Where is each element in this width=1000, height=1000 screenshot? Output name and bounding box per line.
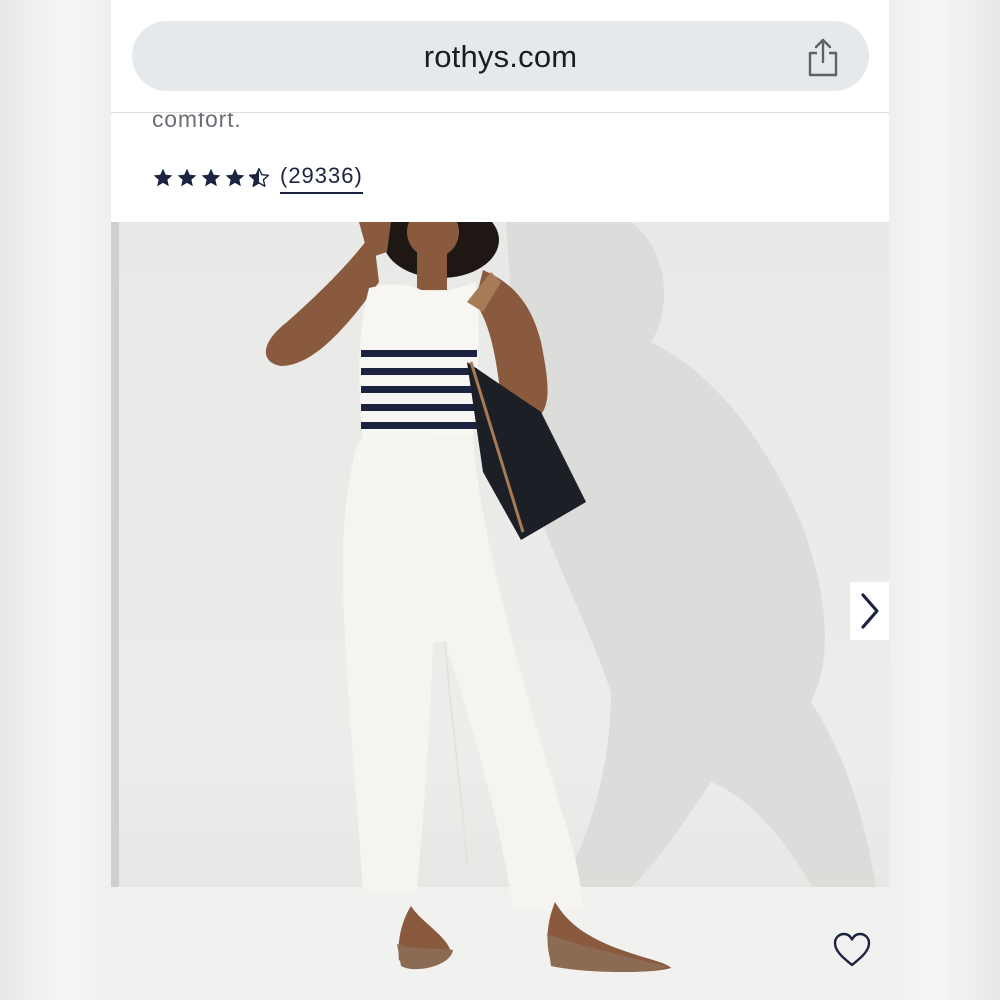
next-image-button[interactable] — [850, 582, 889, 640]
browser-toolbar: rothys.com — [111, 0, 889, 113]
address-bar[interactable]: rothys.com — [132, 21, 869, 91]
star-icon — [201, 168, 221, 187]
share-icon[interactable] — [806, 38, 840, 78]
star-icon — [225, 168, 245, 187]
heart-icon[interactable] — [833, 932, 871, 968]
left-blur-margin — [0, 0, 111, 1000]
product-image[interactable] — [111, 222, 889, 1000]
url-text[interactable]: rothys.com — [132, 39, 869, 75]
star-icon — [153, 168, 173, 187]
right-blur-margin — [889, 0, 1000, 1000]
review-count-link[interactable]: (29336) — [280, 163, 363, 194]
product-rating: (29336) — [152, 160, 363, 196]
star-icon — [177, 168, 197, 187]
model-photo — [111, 222, 889, 1000]
chevron-right-icon — [860, 593, 879, 629]
rating-stars — [152, 167, 270, 189]
half-star-icon — [248, 167, 270, 187]
phone-screen: rothys.com comfort. (29336) — [111, 0, 889, 1000]
